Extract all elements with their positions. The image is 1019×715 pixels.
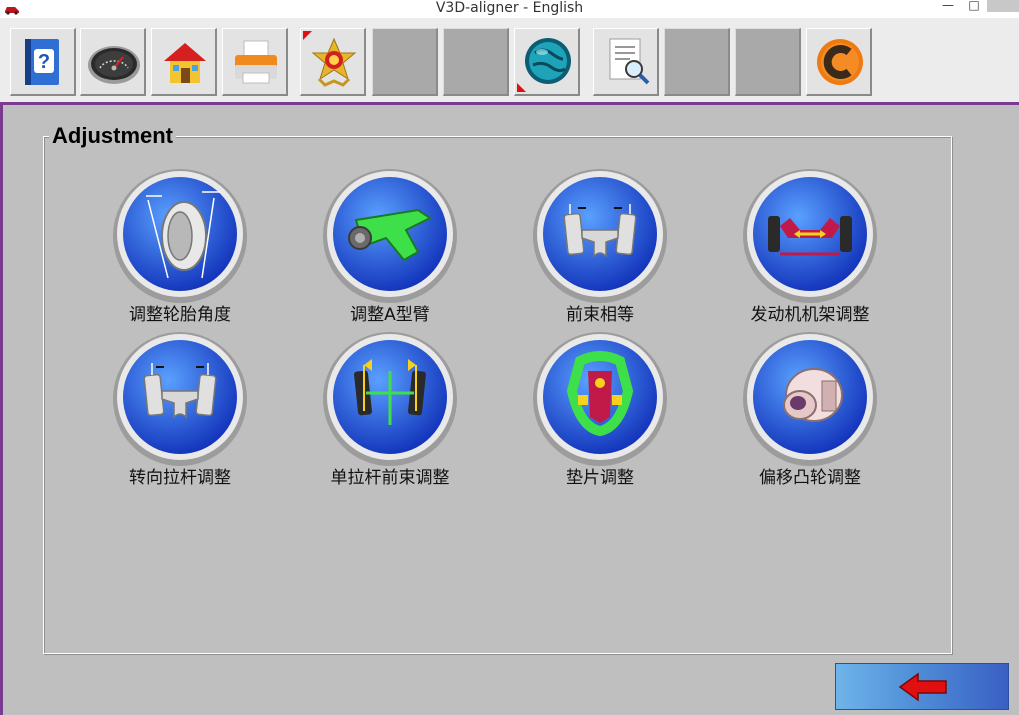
adjustment-label: 发动机机架调整 xyxy=(750,305,870,325)
toolbar-slot-blank[interactable] xyxy=(735,28,801,96)
cam-bolt-icon xyxy=(743,332,877,466)
report-button[interactable] xyxy=(593,28,659,96)
help-button[interactable]: ? xyxy=(10,28,76,96)
c-logo-icon xyxy=(817,39,863,85)
gauge-icon xyxy=(88,46,140,84)
shim-icon xyxy=(533,332,667,466)
adjustment-engine-cradle[interactable]: 发动机机架调整 xyxy=(730,168,890,328)
home-button[interactable] xyxy=(151,28,217,96)
toolbar-slot-blank[interactable] xyxy=(443,28,509,96)
badge-star-icon xyxy=(311,37,357,87)
separator xyxy=(0,102,3,715)
adjustment-label: 转向拉杆调整 xyxy=(129,468,231,488)
adjustment-label: 调整轮胎角度 xyxy=(129,305,231,325)
tire-angle-icon xyxy=(113,169,247,303)
title-bar: V3D-aligner - English — □ xyxy=(0,0,1019,18)
c-logo-button[interactable] xyxy=(806,28,872,96)
report-search-icon xyxy=(609,38,650,85)
help-book-icon: ? xyxy=(25,39,59,85)
separator xyxy=(0,102,1019,105)
window-title: V3D-aligner - English xyxy=(435,0,584,16)
adjustment-label: 调整A型臂 xyxy=(350,305,430,325)
toolbar: ? xyxy=(0,18,1019,102)
tie-rod-icon xyxy=(113,332,247,466)
adjustment-label: 偏移凸轮调整 xyxy=(759,468,861,488)
adjustment-toe-equal[interactable]: 前束相等 xyxy=(520,168,680,328)
toolbar-slot-blank[interactable] xyxy=(372,28,438,96)
a-arm-icon xyxy=(323,169,457,303)
adjustment-tire-angle[interactable]: 调整轮胎角度 xyxy=(100,168,260,328)
back-button[interactable] xyxy=(835,663,1009,710)
printer-icon xyxy=(235,40,277,84)
adjustment-single-tie-rod[interactable]: 单拉杆前束调整 xyxy=(310,331,470,491)
adjustment-label: 前束相等 xyxy=(566,305,634,325)
close-button[interactable] xyxy=(987,0,1019,12)
gauge-button[interactable] xyxy=(80,28,146,96)
app-window: V3D-aligner - English — □ ? Adjustment 调… xyxy=(0,0,1019,715)
home-icon xyxy=(164,43,206,83)
badge-button[interactable] xyxy=(300,28,366,96)
engine-cradle-icon xyxy=(743,169,877,303)
adjustment-tie-rod[interactable]: 转向拉杆调整 xyxy=(100,331,260,491)
svg-text:?: ? xyxy=(38,51,50,73)
back-arrow-icon xyxy=(898,672,947,702)
toolbar-slot-blank[interactable] xyxy=(664,28,730,96)
adjustment-label: 垫片调整 xyxy=(566,468,634,488)
minimize-button[interactable]: — xyxy=(938,0,958,18)
adjustment-shim[interactable]: 垫片调整 xyxy=(520,331,680,491)
toe-equal-icon xyxy=(533,169,667,303)
adjustment-label: 单拉杆前束调整 xyxy=(330,468,450,488)
adjustment-cam-bolt[interactable]: 偏移凸轮调整 xyxy=(730,331,890,491)
adjustment-a-arm[interactable]: 调整A型臂 xyxy=(310,168,470,328)
single-tie-rod-icon xyxy=(323,332,457,466)
globe-icon xyxy=(525,38,571,84)
globe-button[interactable] xyxy=(514,28,580,96)
print-button[interactable] xyxy=(222,28,288,96)
maximize-button[interactable]: □ xyxy=(964,0,984,18)
panel-title: Adjustment xyxy=(49,122,176,150)
